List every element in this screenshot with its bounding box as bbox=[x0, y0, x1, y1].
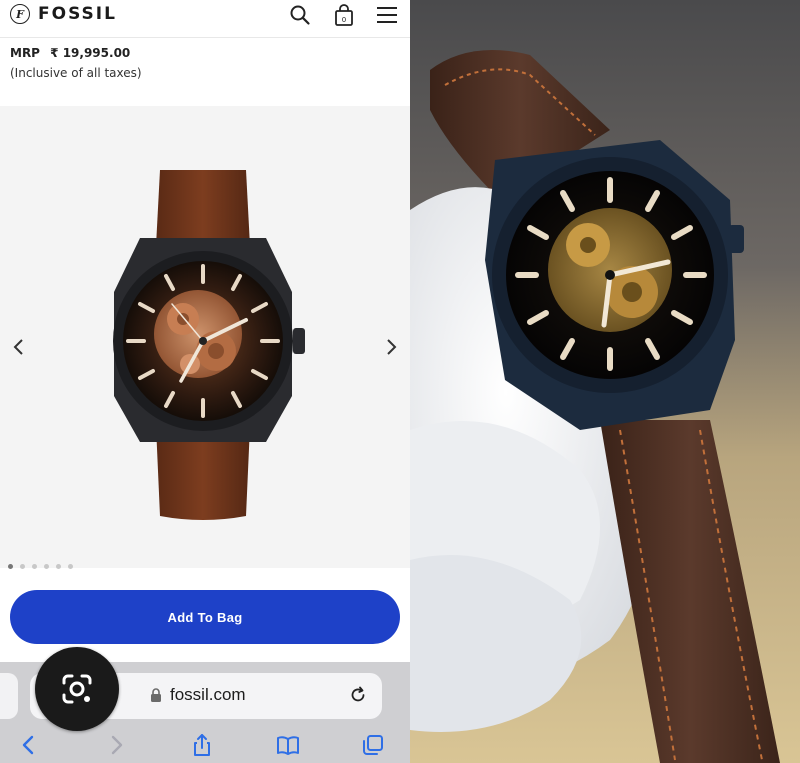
bag-count: 0 bbox=[342, 16, 346, 24]
price-value: ₹ 19,995.00 bbox=[50, 46, 131, 60]
mrp-label: MRP bbox=[10, 46, 40, 60]
fossil-mobile-screenshot: F FOSSIL 0 MRP ₹ 19,995.00 (Inclusive of… bbox=[0, 0, 410, 763]
share-icon[interactable] bbox=[189, 732, 215, 758]
fossil-logo[interactable]: F FOSSIL bbox=[10, 3, 117, 25]
site-header: F FOSSIL 0 bbox=[0, 0, 410, 38]
tax-note: (Inclusive of all taxes) bbox=[10, 66, 142, 80]
gallery-dot[interactable] bbox=[56, 564, 61, 569]
hand-holding-watch-photo bbox=[410, 0, 800, 763]
google-lens-button[interactable] bbox=[35, 647, 119, 731]
search-icon[interactable] bbox=[289, 4, 311, 26]
brand-name: FOSSIL bbox=[38, 4, 117, 24]
gallery-dot[interactable] bbox=[68, 564, 73, 569]
previous-image-arrow[interactable] bbox=[11, 336, 27, 358]
gallery-dot[interactable] bbox=[20, 564, 25, 569]
gallery-dot[interactable] bbox=[32, 564, 37, 569]
bag-icon[interactable]: 0 bbox=[333, 4, 355, 26]
lock-icon bbox=[151, 688, 161, 702]
previous-tab-stub[interactable] bbox=[0, 673, 18, 719]
back-icon[interactable] bbox=[16, 732, 42, 758]
url-text: fossil.com bbox=[170, 685, 246, 704]
product-image-gallery[interactable] bbox=[0, 106, 410, 569]
forward-icon[interactable] bbox=[103, 732, 129, 758]
gallery-dots[interactable] bbox=[8, 564, 73, 569]
gallery-dot[interactable] bbox=[8, 564, 13, 569]
fossil-logo-icon: F bbox=[10, 4, 30, 24]
reload-icon[interactable] bbox=[348, 685, 368, 705]
bookmarks-icon[interactable] bbox=[275, 732, 301, 758]
gallery-dot[interactable] bbox=[44, 564, 49, 569]
tabs-icon[interactable] bbox=[360, 732, 386, 758]
price-line: MRP ₹ 19,995.00 bbox=[10, 46, 142, 60]
product-lifestyle-photo bbox=[410, 0, 800, 763]
add-to-bag-button[interactable]: Add To Bag bbox=[10, 590, 400, 644]
google-lens-icon bbox=[62, 674, 92, 704]
next-image-arrow[interactable] bbox=[383, 336, 399, 358]
menu-icon[interactable] bbox=[376, 4, 398, 26]
price-block: MRP ₹ 19,995.00 (Inclusive of all taxes) bbox=[10, 46, 142, 80]
product-watch-image bbox=[113, 170, 305, 520]
